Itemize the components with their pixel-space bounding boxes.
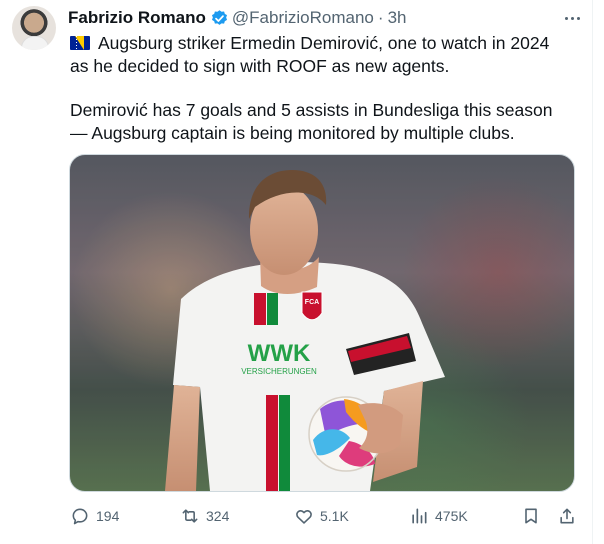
- tweet-timestamp[interactable]: 3h: [388, 8, 407, 28]
- jersey-sponsor-subtext: VERSICHERUNGEN: [241, 367, 317, 376]
- club-crest-text: FCA: [305, 299, 319, 306]
- tweet-card[interactable]: Fabrizio Romano @FabrizioRomano · 3h Aug…: [0, 0, 593, 544]
- separator-dot: ·: [377, 8, 384, 27]
- tweet-text-line-4: — Augsburg captain is being monitored by…: [70, 123, 515, 143]
- reply-count: 194: [96, 508, 120, 524]
- share-button[interactable]: [557, 506, 577, 526]
- tweet-text-line-2: as he decided to sign with ROOF as new a…: [70, 56, 450, 76]
- share-icon: [560, 508, 574, 524]
- bookmark-button[interactable]: [521, 506, 541, 526]
- reply-icon: [72, 508, 88, 525]
- author-avatar[interactable]: [12, 6, 56, 50]
- reply-button[interactable]: 194: [70, 506, 119, 526]
- author-handle[interactable]: @FabrizioRomano: [232, 8, 374, 28]
- tweet-actions: 194 324 5.1K 475K: [70, 506, 580, 528]
- more-options-button[interactable]: [559, 8, 585, 28]
- author-name[interactable]: Fabrizio Romano: [68, 8, 206, 28]
- like-icon: [296, 510, 312, 524]
- views-icon: [412, 508, 427, 524]
- tweet-header: Fabrizio Romano @FabrizioRomano · 3h: [68, 8, 406, 28]
- tweet-text-line-1: Augsburg striker Ermedin Demirović, one …: [70, 32, 585, 55]
- verified-badge-icon[interactable]: [210, 9, 229, 28]
- repost-button[interactable]: 324: [180, 506, 229, 526]
- repost-count: 324: [206, 508, 230, 524]
- views-count: 475K: [435, 508, 468, 524]
- tweet-text-line-3: Demirović has 7 goals and 5 assists in B…: [70, 100, 553, 120]
- jersey-sponsor-text: WWK: [248, 340, 311, 367]
- bookmark-icon: [525, 508, 537, 524]
- bosnia-flag-icon: [70, 36, 90, 50]
- tweet-photo[interactable]: FCA WWK VERSICHERUNGEN: [69, 154, 575, 492]
- more-icon: [564, 16, 568, 20]
- views-button[interactable]: 475K: [409, 506, 468, 526]
- player-photo-illustration: FCA WWK VERSICHERUNGEN: [70, 155, 574, 491]
- repost-icon: [182, 509, 198, 523]
- like-button[interactable]: 5.1K: [294, 506, 349, 526]
- like-count: 5.1K: [320, 508, 349, 524]
